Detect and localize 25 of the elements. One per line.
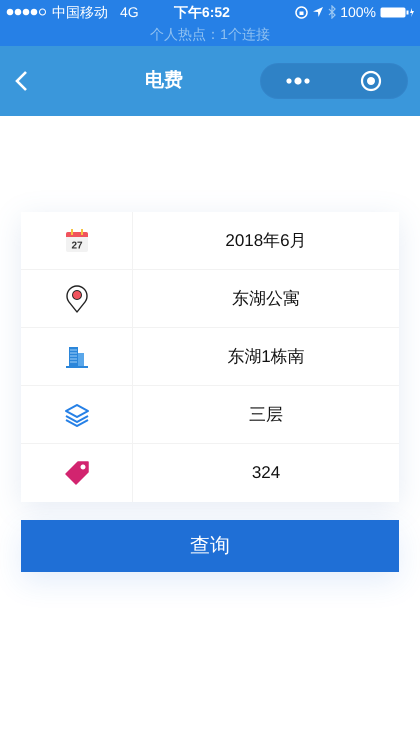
- field-value[interactable]: 2018年6月: [133, 228, 399, 254]
- time-text: 下午6:52: [174, 2, 230, 22]
- more-icon[interactable]: [286, 77, 310, 85]
- tag-icon: [64, 460, 90, 486]
- signal-icon: [6, 8, 48, 16]
- orientation-lock-icon: [295, 6, 308, 18]
- field-value[interactable]: 324: [133, 460, 399, 486]
- field-value[interactable]: 东湖公寓: [133, 286, 399, 312]
- field-value[interactable]: 东湖1栋南: [133, 344, 399, 370]
- calendar-icon: 27: [64, 228, 88, 252]
- battery-icon: [380, 6, 414, 18]
- hotspot-text: 个人热点：1个连接: [149, 25, 271, 44]
- bluetooth-icon: [328, 5, 336, 19]
- query-button[interactable]: 查询: [21, 520, 399, 572]
- building-icon: [64, 344, 88, 368]
- battery-text: 100%: [340, 2, 376, 22]
- field-value[interactable]: 三层: [133, 402, 399, 428]
- layers-icon: [64, 402, 90, 426]
- back-icon[interactable]: [14, 70, 28, 92]
- location-arrow-icon: [312, 6, 324, 18]
- close-icon[interactable]: [360, 70, 382, 92]
- page-title: 电费: [145, 68, 183, 93]
- carrier-text: 中国移动: [52, 2, 108, 22]
- location-pin-icon: [64, 284, 88, 312]
- network-text: 4G: [120, 2, 139, 22]
